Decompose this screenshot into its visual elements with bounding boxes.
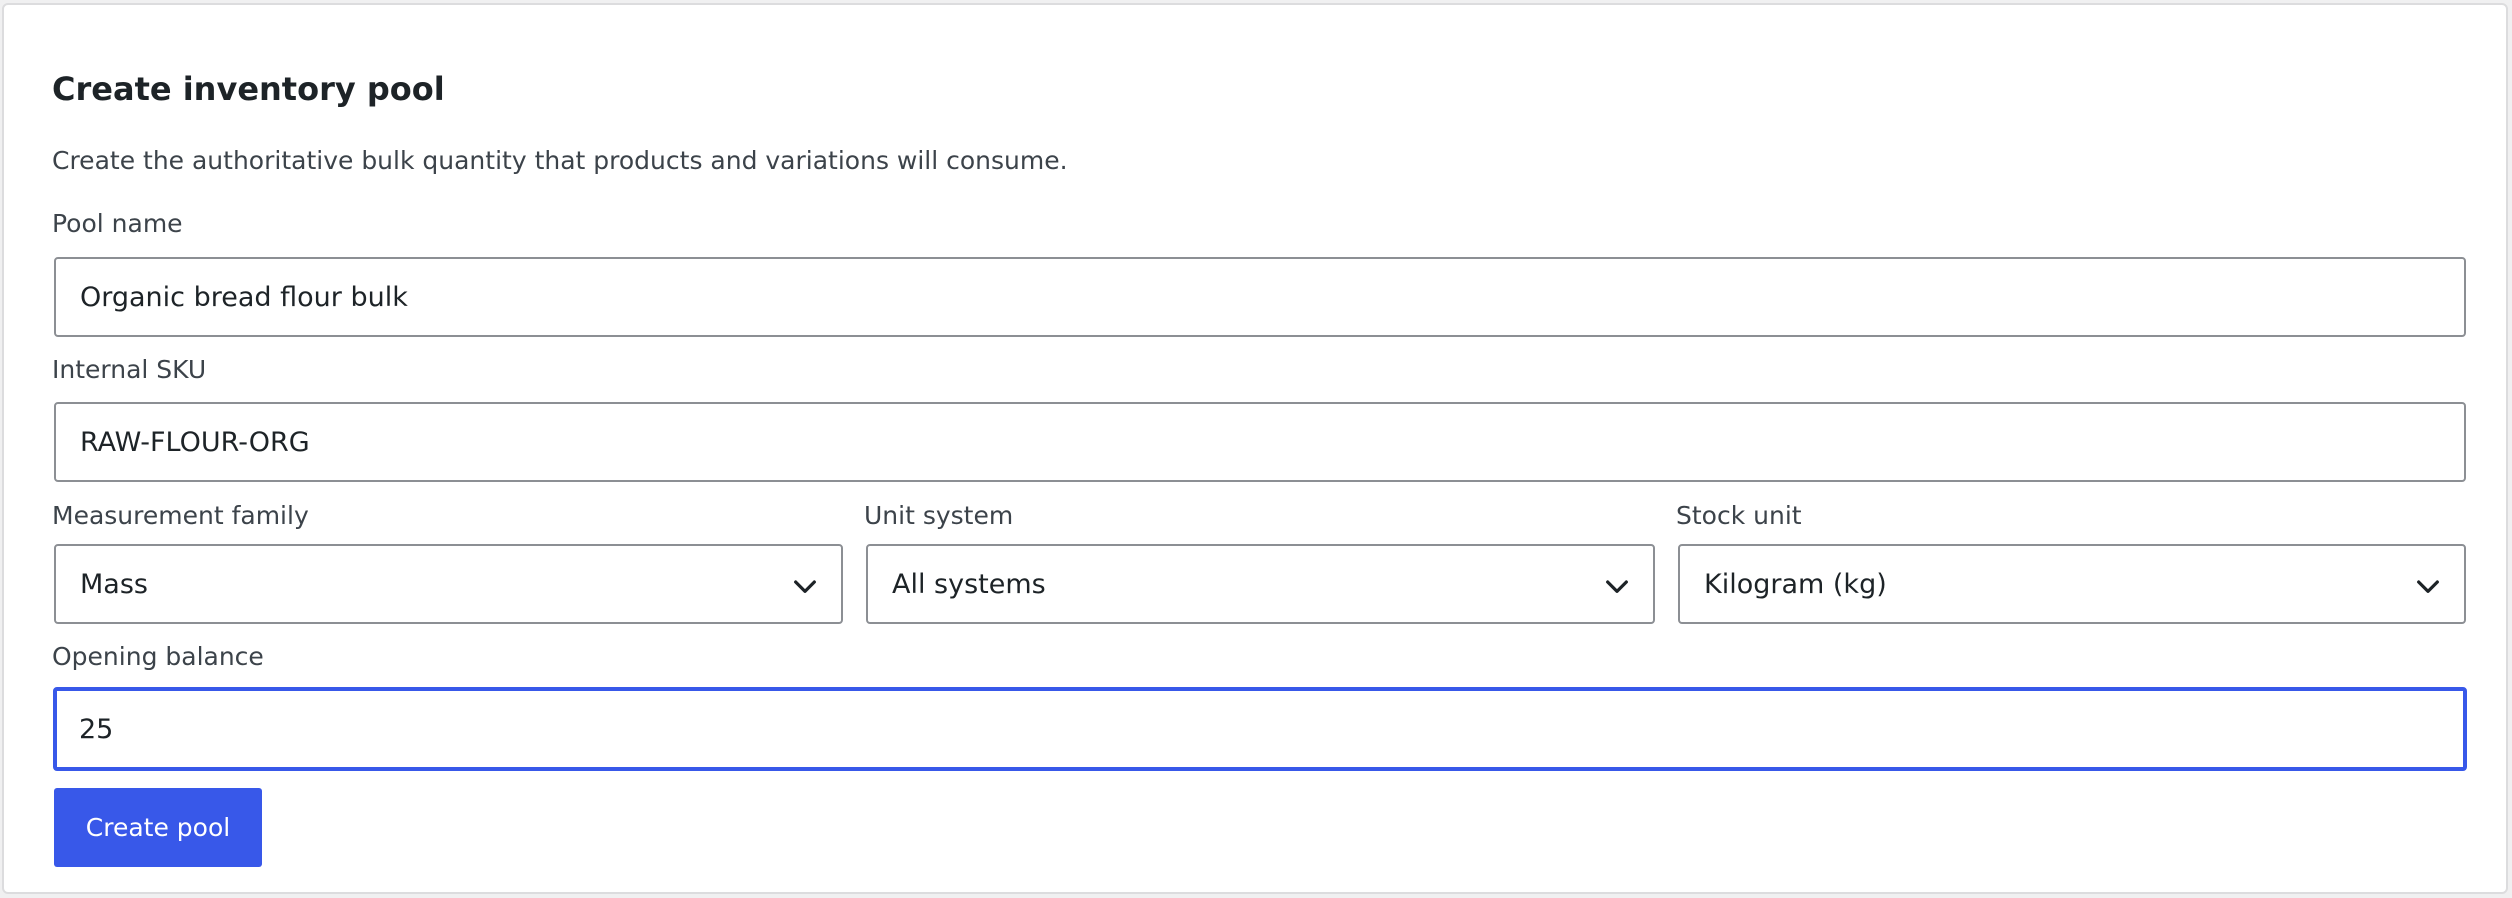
internal-sku-label: Internal SKU xyxy=(52,355,207,384)
pool-name-label: Pool name xyxy=(52,209,183,238)
opening-balance-label: Opening balance xyxy=(52,642,264,671)
internal-sku-value: RAW-FLOUR-ORG xyxy=(80,426,310,458)
unit-system-label: Unit system xyxy=(864,501,1014,530)
measurement-family-select[interactable]: Mass xyxy=(54,544,843,624)
internal-sku-input[interactable]: RAW-FLOUR-ORG xyxy=(54,402,2466,482)
stock-unit-select[interactable]: Kilogram (kg) xyxy=(1678,544,2466,624)
create-pool-button[interactable]: Create pool xyxy=(54,788,262,867)
stock-unit-value: Kilogram (kg) xyxy=(1704,568,1887,600)
opening-balance-value: 25 xyxy=(79,713,114,745)
create-pool-card: Create inventory pool Create the authori… xyxy=(2,3,2508,894)
unit-system-select[interactable]: All systems xyxy=(866,544,1655,624)
form-description: Create the authoritative bulk quantity t… xyxy=(52,146,1068,175)
chevron-down-icon xyxy=(1606,580,1628,593)
unit-system-value: All systems xyxy=(892,568,1046,600)
pool-name-value: Organic bread flour bulk xyxy=(80,281,408,313)
measurement-family-value: Mass xyxy=(80,568,148,600)
chevron-down-icon xyxy=(2417,580,2439,593)
opening-balance-input[interactable]: 25 xyxy=(53,687,2467,771)
chevron-down-icon xyxy=(794,580,816,593)
stock-unit-label: Stock unit xyxy=(1676,501,1802,530)
measurement-family-label: Measurement family xyxy=(52,501,309,530)
page-title: Create inventory pool xyxy=(52,70,445,108)
pool-name-input[interactable]: Organic bread flour bulk xyxy=(54,257,2466,337)
